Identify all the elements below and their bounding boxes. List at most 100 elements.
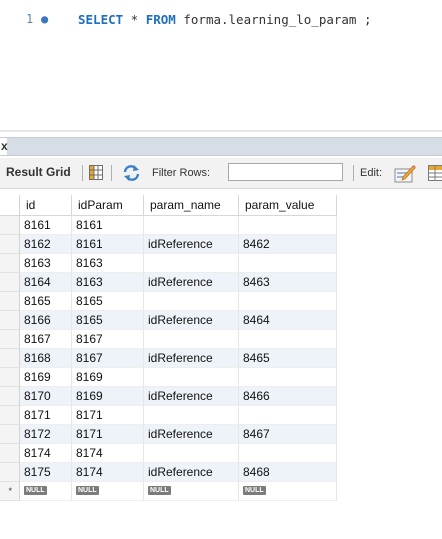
grid-cell[interactable]	[239, 216, 337, 235]
row-marker[interactable]	[0, 330, 20, 349]
grid-cell[interactable]: NULL	[20, 482, 72, 501]
table-row[interactable]: 8170 8169 idReference 8466	[0, 387, 442, 406]
grid-cell[interactable]: 8467	[239, 425, 337, 444]
table-row[interactable]: 8164 8163 idReference 8463	[0, 273, 442, 292]
grid-cell[interactable]: 8161	[20, 216, 72, 235]
grid-cell[interactable]	[239, 254, 337, 273]
grid-cell[interactable]: 8163	[20, 254, 72, 273]
table-row[interactable]: 8166 8165 idReference 8464	[0, 311, 442, 330]
row-marker[interactable]	[0, 292, 20, 311]
table-row[interactable]: 8174 8174	[0, 444, 442, 463]
grid-cell[interactable]: 8162	[20, 235, 72, 254]
grid-cell[interactable]: 8163	[72, 273, 144, 292]
column-header-param-name[interactable]: param_name	[144, 195, 239, 216]
grid-cell[interactable]: 8161	[72, 235, 144, 254]
filter-rows-input[interactable]	[228, 163, 343, 181]
grid-cell[interactable]: idReference	[144, 463, 239, 482]
grid-cell[interactable]	[239, 368, 337, 387]
grid-cell[interactable]: NULL	[144, 482, 239, 501]
grid-cell[interactable]	[144, 292, 239, 311]
grid-new-row[interactable]: * NULL NULL NULL NULL	[0, 482, 442, 501]
grid-cell[interactable]: 8172	[20, 425, 72, 444]
grid-cell[interactable]: 8167	[72, 349, 144, 368]
table-row[interactable]: 8172 8171 idReference 8467	[0, 425, 442, 444]
table-row[interactable]: 8165 8165	[0, 292, 442, 311]
grid-cell[interactable]	[239, 330, 337, 349]
table-row[interactable]: 8168 8167 idReference 8465	[0, 349, 442, 368]
grid-cell[interactable]: 8468	[239, 463, 337, 482]
grid-cell[interactable]	[239, 406, 337, 425]
row-marker[interactable]	[0, 444, 20, 463]
grid-cell[interactable]: 8167	[20, 330, 72, 349]
edit-pencil-icon[interactable]	[394, 163, 416, 183]
column-header-idparam[interactable]: idParam	[72, 195, 144, 216]
grid-cell[interactable]: 8165	[72, 311, 144, 330]
row-marker[interactable]	[0, 235, 20, 254]
table-row[interactable]: 8162 8161 idReference 8462	[0, 235, 442, 254]
grid-cell[interactable]	[144, 406, 239, 425]
grid-cell[interactable]: idReference	[144, 425, 239, 444]
grid-cell[interactable]: idReference	[144, 311, 239, 330]
grid-cell[interactable]: idReference	[144, 273, 239, 292]
grid-cell[interactable]: 8175	[20, 463, 72, 482]
table-icon[interactable]	[428, 165, 442, 181]
grid-cell[interactable]: 8166	[20, 311, 72, 330]
grid-cell[interactable]: 8462	[239, 235, 337, 254]
close-tab-icon[interactable]: x	[0, 138, 8, 155]
grid-cell[interactable]: 8169	[20, 368, 72, 387]
grid-cell[interactable]: 8163	[72, 254, 144, 273]
grid-cell[interactable]: 8169	[72, 387, 144, 406]
refresh-icon[interactable]	[122, 164, 141, 182]
grid-cell[interactable]: 8165	[20, 292, 72, 311]
grid-cell[interactable]: 8465	[239, 349, 337, 368]
grid-cell[interactable]: 8464	[239, 311, 337, 330]
grid-cell[interactable]: 8171	[72, 425, 144, 444]
row-marker[interactable]	[0, 406, 20, 425]
grid-cell[interactable]: idReference	[144, 387, 239, 406]
grid-cell[interactable]: NULL	[72, 482, 144, 501]
result-grid-label[interactable]: Result Grid	[6, 165, 71, 179]
grid-cell[interactable]	[144, 216, 239, 235]
grid-cell[interactable]: 8164	[20, 273, 72, 292]
grid-cell[interactable]: 8171	[20, 406, 72, 425]
grid-cell[interactable]	[239, 292, 337, 311]
row-marker[interactable]	[0, 463, 20, 482]
panel-splitter[interactable]	[0, 130, 442, 132]
grid-cell[interactable]: NULL	[239, 482, 337, 501]
row-marker[interactable]	[0, 387, 20, 406]
grid-cell[interactable]	[144, 254, 239, 273]
row-marker[interactable]	[0, 273, 20, 292]
grid-cell[interactable]	[144, 368, 239, 387]
grid-cell[interactable]: 8169	[72, 368, 144, 387]
grid-cell[interactable]: idReference	[144, 235, 239, 254]
table-row[interactable]: 8169 8169	[0, 368, 442, 387]
table-row[interactable]: 8175 8174 idReference 8468	[0, 463, 442, 482]
row-marker[interactable]	[0, 368, 20, 387]
grid-cell[interactable]: 8463	[239, 273, 337, 292]
table-row[interactable]: 8163 8163	[0, 254, 442, 273]
table-row[interactable]: 8171 8171	[0, 406, 442, 425]
column-header-param-value[interactable]: param_value	[239, 195, 337, 216]
grid-cell[interactable]: 8171	[72, 406, 144, 425]
sql-line-1[interactable]: 1 ● SELECT * FROM forma.learning_lo_para…	[0, 8, 442, 30]
sql-statement[interactable]: SELECT * FROM forma.learning_lo_param ;	[78, 12, 372, 27]
grid-cell[interactable]: 8174	[72, 463, 144, 482]
grid-cell[interactable]: 8174	[72, 444, 144, 463]
grid-layout-icon[interactable]	[89, 165, 103, 180]
grid-cell[interactable]: 8167	[72, 330, 144, 349]
table-row[interactable]: 8161 8161	[0, 216, 442, 235]
grid-cell[interactable]	[144, 330, 239, 349]
grid-cell[interactable]: 8161	[72, 216, 144, 235]
row-marker[interactable]	[0, 311, 20, 330]
table-row[interactable]: 8167 8167	[0, 330, 442, 349]
sql-editor[interactable]: 1 ● SELECT * FROM forma.learning_lo_para…	[0, 0, 442, 130]
row-marker[interactable]	[0, 216, 20, 235]
grid-cell[interactable]	[239, 444, 337, 463]
grid-cell[interactable]: 8170	[20, 387, 72, 406]
row-marker[interactable]	[0, 254, 20, 273]
grid-cell[interactable]: 8466	[239, 387, 337, 406]
row-marker[interactable]	[0, 425, 20, 444]
grid-cell[interactable]	[144, 444, 239, 463]
grid-cell[interactable]: idReference	[144, 349, 239, 368]
grid-cell[interactable]: 8165	[72, 292, 144, 311]
